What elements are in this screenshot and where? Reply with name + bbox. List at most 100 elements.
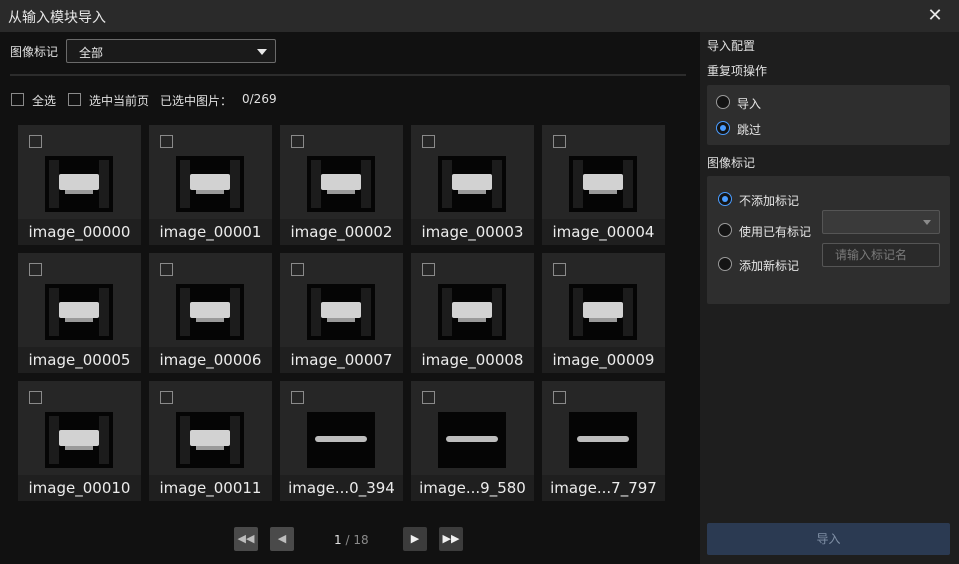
image-thumbnail: [438, 412, 506, 468]
image-checkbox[interactable]: [553, 391, 566, 404]
divider: [10, 74, 686, 76]
first-page-button[interactable]: ◀◀: [234, 527, 258, 551]
select-page-checkbox[interactable]: [68, 93, 81, 106]
image-checkbox[interactable]: [160, 391, 173, 404]
image-card[interactable]: image...9_580: [411, 381, 534, 501]
duplicate-options-panel: 导入 跳过: [707, 85, 950, 145]
image-thumbnail: [176, 284, 244, 340]
image-thumbnail: [176, 412, 244, 468]
duplicate-skip-radio[interactable]: [716, 121, 730, 135]
image-checkbox[interactable]: [291, 135, 304, 148]
image-card[interactable]: image_00000: [18, 125, 141, 245]
import-config-panel: 导入配置 重复项操作 导入 跳过 图像标记 不添加标记 使用已有标记 添加新标记…: [700, 32, 959, 564]
duplicate-skip-label: 跳过: [737, 123, 762, 137]
image-name: image_00009: [542, 347, 665, 373]
image-card[interactable]: image_00007: [280, 253, 403, 373]
filter-select[interactable]: 全部: [66, 39, 276, 63]
image-name: image...9_580: [411, 475, 534, 501]
next-page-button[interactable]: ▶: [403, 527, 427, 551]
image-thumbnail: [569, 156, 637, 212]
image-name: image_00008: [411, 347, 534, 373]
window-title: 从输入模块导入: [8, 10, 106, 26]
image-thumbnail: [307, 284, 375, 340]
page-separator: /: [345, 533, 350, 547]
chevron-down-icon: [257, 49, 267, 55]
existing-tag-select[interactable]: [822, 210, 940, 234]
image-checkbox[interactable]: [291, 263, 304, 276]
title-bar: 从输入模块导入 ✕: [0, 0, 959, 32]
tag-existing-radio[interactable]: [718, 223, 732, 237]
duplicate-import-label: 导入: [737, 97, 762, 111]
image-name: image_00001: [149, 219, 272, 245]
image-name: image_00010: [18, 475, 141, 501]
image-thumbnail: [569, 412, 637, 468]
close-icon[interactable]: ✕: [925, 6, 945, 26]
image-thumbnail: [45, 412, 113, 468]
image-card[interactable]: image_00009: [542, 253, 665, 373]
image-checkbox[interactable]: [422, 263, 435, 276]
select-all-checkbox[interactable]: [11, 93, 24, 106]
image-card[interactable]: image_00002: [280, 125, 403, 245]
total-pages: 18: [353, 533, 369, 547]
import-button[interactable]: 导入: [707, 523, 950, 555]
tag-none-radio[interactable]: [718, 192, 732, 206]
chevron-down-icon: [923, 220, 931, 225]
prev-page-button[interactable]: ◀: [270, 527, 294, 551]
image-thumbnail: [45, 284, 113, 340]
image-card[interactable]: image_00011: [149, 381, 272, 501]
new-tag-input[interactable]: [822, 243, 940, 267]
image-card[interactable]: image_00005: [18, 253, 141, 373]
image-name: image_00006: [149, 347, 272, 373]
tag-title: 图像标记: [707, 156, 756, 170]
image-checkbox[interactable]: [29, 135, 42, 148]
image-thumbnail: [307, 156, 375, 212]
image-checkbox[interactable]: [422, 135, 435, 148]
tag-options-panel: 不添加标记 使用已有标记 添加新标记: [707, 176, 950, 304]
image-checkbox[interactable]: [160, 135, 173, 148]
image-name: image_00005: [18, 347, 141, 373]
image-checkbox[interactable]: [291, 391, 304, 404]
image-checkbox[interactable]: [553, 263, 566, 276]
image-checkbox[interactable]: [29, 391, 42, 404]
tag-new-radio[interactable]: [718, 257, 732, 271]
image-card[interactable]: image_00004: [542, 125, 665, 245]
page-indicator: 1 / 18: [334, 533, 369, 547]
selected-count-value: 0/269: [242, 92, 277, 106]
import-config-title: 导入配置: [707, 39, 756, 53]
image-browser-panel: 图像标记 全部 全选 选中当前页 已选中图片： 0/269 image_0000…: [0, 32, 700, 564]
last-page-button[interactable]: ▶▶: [439, 527, 463, 551]
image-name: image...7_797: [542, 475, 665, 501]
image-card[interactable]: image...0_394: [280, 381, 403, 501]
tag-existing-label: 使用已有标记: [739, 225, 812, 239]
image-thumbnail: [307, 412, 375, 468]
image-checkbox[interactable]: [160, 263, 173, 276]
duplicate-title: 重复项操作: [707, 64, 768, 78]
image-card[interactable]: image_00006: [149, 253, 272, 373]
image-card[interactable]: image_00008: [411, 253, 534, 373]
image-name: image...0_394: [280, 475, 403, 501]
image-checkbox[interactable]: [29, 263, 42, 276]
tag-none-label: 不添加标记: [739, 194, 800, 208]
select-all-label: 全选: [32, 94, 57, 108]
select-page-label: 选中当前页: [89, 94, 150, 108]
image-name: image_00003: [411, 219, 534, 245]
image-name: image_00007: [280, 347, 403, 373]
image-card[interactable]: image_00010: [18, 381, 141, 501]
filter-select-value: 全部: [79, 46, 104, 60]
image-checkbox[interactable]: [422, 391, 435, 404]
image-thumbnail: [438, 156, 506, 212]
duplicate-import-radio[interactable]: [716, 95, 730, 109]
tag-new-label: 添加新标记: [739, 259, 800, 273]
image-name: image_00004: [542, 219, 665, 245]
image-name: image_00000: [18, 219, 141, 245]
image-checkbox[interactable]: [553, 135, 566, 148]
image-thumbnail: [569, 284, 637, 340]
image-thumbnail: [438, 284, 506, 340]
image-thumbnail: [45, 156, 113, 212]
image-name: image_00011: [149, 475, 272, 501]
image-card[interactable]: image_00001: [149, 125, 272, 245]
image-card[interactable]: image...7_797: [542, 381, 665, 501]
image-name: image_00002: [280, 219, 403, 245]
image-card[interactable]: image_00003: [411, 125, 534, 245]
selected-count-label: 已选中图片：: [160, 94, 233, 108]
